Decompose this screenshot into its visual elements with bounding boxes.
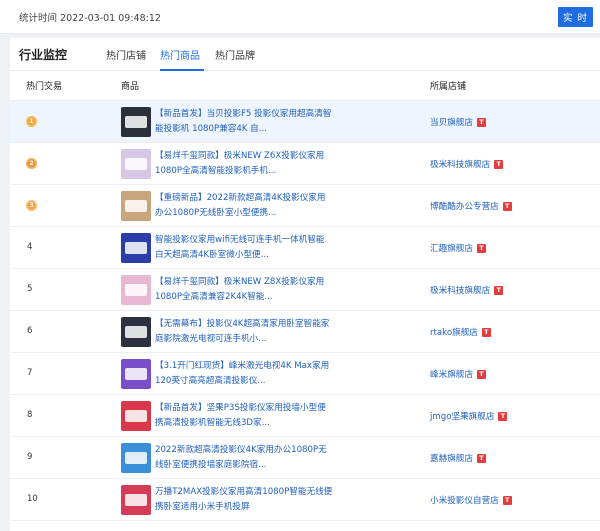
store-cell: rtako旗舰店 T <box>430 326 491 338</box>
store-cell: 极米科技旗舰店 T <box>430 158 504 170</box>
projector-image <box>125 494 147 506</box>
tab-hot-shops[interactable]: 热门店铺 <box>106 47 146 62</box>
tmall-badge-icon: T <box>476 369 486 379</box>
projector-image <box>125 368 147 380</box>
projector-image <box>125 158 147 170</box>
column-header-store: 所属店铺 <box>430 82 467 92</box>
projector-image <box>125 242 147 254</box>
tmall-badge-icon: T <box>498 411 508 421</box>
store-cell: 博酷酷办公专营店 T <box>430 200 512 212</box>
product-thumbnail[interactable] <box>121 485 151 515</box>
store-cell: 汇趣旗舰店 T <box>430 242 486 254</box>
store-cell: 嘉赫旗舰店 T <box>430 452 486 464</box>
tmall-badge-icon: T <box>476 453 486 463</box>
section-title: 行业监控 <box>19 48 68 62</box>
store-name-link[interactable]: 当贝旗舰店 <box>430 116 473 128</box>
rank-medal-icon: 3 <box>26 200 37 211</box>
product-thumbnail[interactable] <box>121 443 151 473</box>
projector-image <box>125 410 147 422</box>
store-cell: 峰米旗舰店 T <box>430 368 486 380</box>
product-thumbnail[interactable] <box>121 233 151 263</box>
product-name-link[interactable]: 【易烊千玺同款】极米NEW Z8X投影仪家用1080P全高清兼容2K4K智能..… <box>155 275 333 305</box>
store-name-link[interactable]: jmgo坚果旗舰店 <box>430 410 494 422</box>
store-cell: 当贝旗舰店 T <box>430 116 486 128</box>
column-header-hot-trade: 热门交易 <box>26 82 63 92</box>
product-thumbnail[interactable] <box>121 191 151 221</box>
rank-number: 7 <box>27 368 33 378</box>
product-thumbnail[interactable] <box>121 359 151 389</box>
store-name-link[interactable]: 小米投影仪自营店 <box>430 494 499 506</box>
projector-image <box>125 326 147 338</box>
stats-time: 统计时间 2022-03-01 09:48:12 <box>19 12 161 24</box>
product-thumbnail[interactable] <box>121 149 151 179</box>
store-name-link[interactable]: 嘉赫旗舰店 <box>430 452 473 464</box>
rank-medal-icon: 2 <box>26 158 37 169</box>
tabs-bar: 行业监控 热门店铺 热门商品 热门品牌 <box>10 38 600 71</box>
rank-number: 4 <box>27 242 33 252</box>
product-name-link[interactable]: 万播T2MAX投影仪家用高清1080P智能无线便携卧室适用小米手机投屏 <box>155 485 333 515</box>
realtime-button[interactable]: 实 时 <box>558 7 593 27</box>
rank-number: 5 <box>27 284 33 294</box>
table-row[interactable]: 6 【无需幕布】投影仪4K超高清家用卧室智能家庭影院激光电视可连手机小... rta… <box>10 311 600 353</box>
table-row[interactable]: 8 【新品首发】坚果P3S投影仪家用投墙小型便携高清投影机智能无线3D家... jm… <box>10 395 600 437</box>
store-name-link[interactable]: rtako旗舰店 <box>430 326 478 338</box>
rank-number: 10 <box>27 494 38 504</box>
table-row[interactable]: 5 【易烊千玺同款】极米NEW Z8X投影仪家用1080P全高清兼容2K4K智能.… <box>10 269 600 311</box>
store-name-link[interactable]: 极米科技旗舰店 <box>430 158 490 170</box>
rank-medal-icon: 1 <box>26 116 37 127</box>
table-row[interactable]: 7 【3.1开门红现货】峰米激光电视4K Max家用120英寸高亮超高清投影仪..… <box>10 353 600 395</box>
table-row[interactable]: 1 【新品首发】当贝投影F5 投影仪家用超高清智能投影机 1080P兼容4K 自.… <box>10 101 600 143</box>
table-body: 1 【新品首发】当贝投影F5 投影仪家用超高清智能投影机 1080P兼容4K 自.… <box>10 101 600 521</box>
tmall-badge-icon: T <box>476 117 486 127</box>
product-thumbnail[interactable] <box>121 107 151 137</box>
tmall-badge-icon: T <box>502 201 512 211</box>
product-name-link[interactable]: 【新品首发】坚果P3S投影仪家用投墙小型便携高清投影机智能无线3D家... <box>155 401 333 431</box>
projector-image <box>125 284 147 296</box>
industry-monitor-panel: 行业监控 热门店铺 热门商品 热门品牌 热门交易 商品 所属店铺 1 【新品首发】… <box>10 38 600 531</box>
projector-image <box>125 200 147 212</box>
tab-hot-products[interactable]: 热门商品 <box>160 47 200 62</box>
table-row[interactable]: 10 万播T2MAX投影仪家用高清1080P智能无线便携卧室适用小米手机投屏 小米投… <box>10 479 600 521</box>
product-name-link[interactable]: 【新品首发】当贝投影F5 投影仪家用超高清智能投影机 1080P兼容4K 自..… <box>155 107 333 137</box>
table-row[interactable]: 3 【重磅新品】2022新款超高清4K投影仪家用办公1080P无线卧室小型便携..… <box>10 185 600 227</box>
product-thumbnail[interactable] <box>121 401 151 431</box>
tmall-badge-icon: T <box>502 495 512 505</box>
tab-hot-brands[interactable]: 热门品牌 <box>215 47 255 62</box>
table-row[interactable]: 4 智能投影仪家用wifi无线可连手机一体机智能白天超高清4K卧室微小型便... 汇… <box>10 227 600 269</box>
store-name-link[interactable]: 极米科技旗舰店 <box>430 284 490 296</box>
store-cell: jmgo坚果旗舰店 T <box>430 410 508 422</box>
store-cell: 小米投影仪自营店 T <box>430 494 512 506</box>
table-header: 热门交易 商品 所属店铺 <box>10 71 600 101</box>
product-thumbnail[interactable] <box>121 275 151 305</box>
store-name-link[interactable]: 博酷酷办公专营店 <box>430 200 499 212</box>
table-row[interactable]: 2 【易烊千玺同款】极米NEW Z6X投影仪家用1080P全高清智能投影机手机..… <box>10 143 600 185</box>
projector-image <box>125 452 147 464</box>
column-header-product: 商品 <box>121 82 140 92</box>
tmall-badge-icon: T <box>494 285 504 295</box>
store-cell: 极米科技旗舰店 T <box>430 284 504 296</box>
rank-number: 6 <box>27 326 33 336</box>
tmall-badge-icon: T <box>494 159 504 169</box>
product-name-link[interactable]: 2022新款超高清投影仪4K家用办公1080P无线卧室便携投墙家庭影院宿... <box>155 443 333 473</box>
product-name-link[interactable]: 【无需幕布】投影仪4K超高清家用卧室智能家庭影院激光电视可连手机小... <box>155 317 333 347</box>
store-name-link[interactable]: 汇趣旗舰店 <box>430 242 473 254</box>
projector-image <box>125 116 147 128</box>
product-name-link[interactable]: 智能投影仪家用wifi无线可连手机一体机智能白天超高清4K卧室微小型便... <box>155 233 333 263</box>
product-name-link[interactable]: 【重磅新品】2022新款超高清4K投影仪家用办公1080P无线卧室小型便携... <box>155 191 333 221</box>
product-name-link[interactable]: 【3.1开门红现货】峰米激光电视4K Max家用120英寸高亮超高清投影仪... <box>155 359 333 389</box>
table-row[interactable]: 9 2022新款超高清投影仪4K家用办公1080P无线卧室便携投墙家庭影院宿...… <box>10 437 600 479</box>
product-thumbnail[interactable] <box>121 317 151 347</box>
tmall-badge-icon: T <box>481 327 491 337</box>
top-bar: 统计时间 2022-03-01 09:48:12 实 时 <box>0 0 600 34</box>
rank-number: 9 <box>27 452 33 462</box>
rank-number: 8 <box>27 410 33 420</box>
product-name-link[interactable]: 【易烊千玺同款】极米NEW Z6X投影仪家用1080P全高清智能投影机手机... <box>155 149 333 179</box>
tmall-badge-icon: T <box>476 243 486 253</box>
store-name-link[interactable]: 峰米旗舰店 <box>430 368 473 380</box>
